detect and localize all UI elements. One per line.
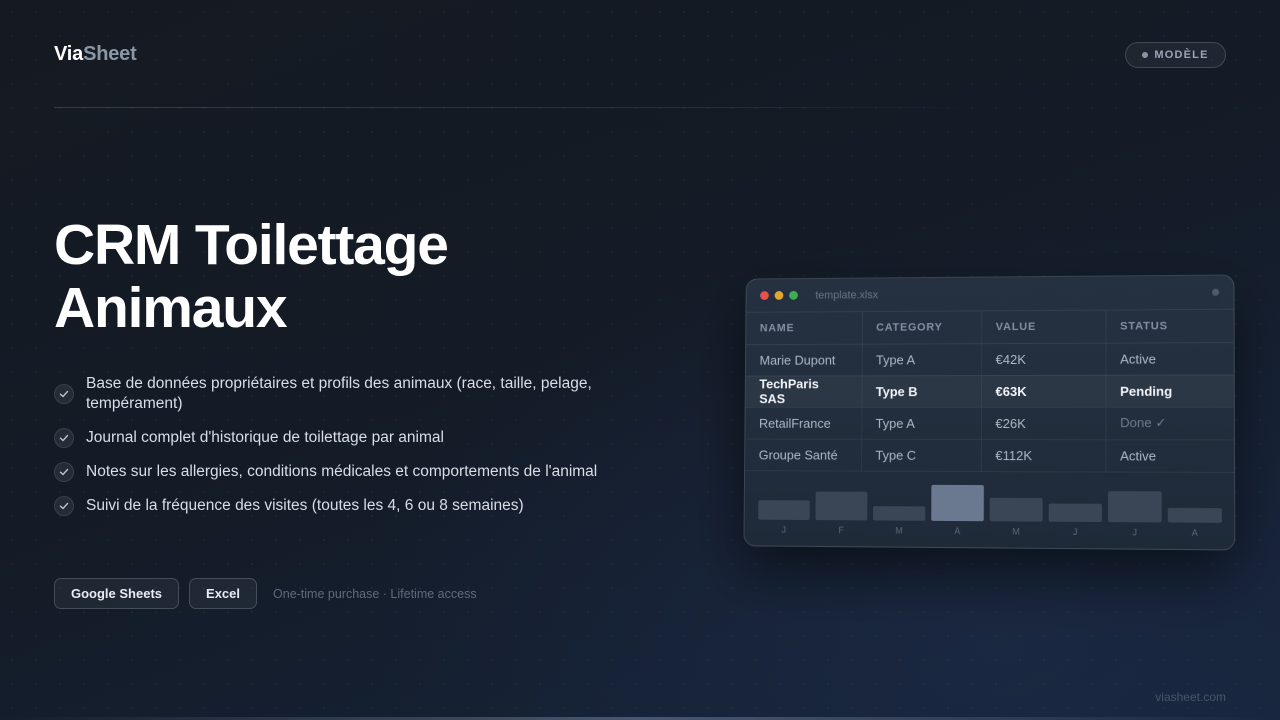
page-title: CRM Toilettage Animaux xyxy=(54,214,614,340)
feature-text: Suivi de la fréquence des visites (toute… xyxy=(86,496,524,516)
preview-table: NAME CATEGORY VALUE STATUS Marie Dupont … xyxy=(745,310,1234,473)
feature-text: Journal complet d'historique de toiletta… xyxy=(86,428,444,448)
template-badge: MODÈLE xyxy=(1125,42,1226,68)
brand-logo-part1: Via xyxy=(54,43,83,65)
purchase-note: One-time purchase · Lifetime access xyxy=(273,587,477,601)
cell-category: Type A xyxy=(861,407,981,439)
mini-bar-chart-svg: JFMAMJJA xyxy=(758,471,1222,544)
badge-label: MODÈLE xyxy=(1154,49,1208,61)
cell-status: Active xyxy=(1105,342,1233,375)
table-row: Groupe Santé Type C €112K Active xyxy=(745,439,1234,472)
brand-logo-part2: Sheet xyxy=(83,43,136,65)
column-header-status: STATUS xyxy=(1105,310,1233,343)
feature-list: Base de données propriétaires et profils… xyxy=(54,374,614,530)
table-row-highlighted: TechParis SAS Type B €63K Pending xyxy=(746,374,1234,407)
chart-bar xyxy=(1049,503,1102,522)
chart-tick-label: J xyxy=(1073,526,1078,536)
table-row: RetailFrance Type A €26K Done ✓ xyxy=(745,407,1234,439)
excel-button[interactable]: Excel xyxy=(189,578,257,609)
chart-tick-label: J xyxy=(1132,527,1137,537)
mini-bar-chart: JFMAMJJA xyxy=(744,471,1234,544)
google-sheets-button[interactable]: Google Sheets xyxy=(54,578,179,609)
table-row: Marie Dupont Type A €42K Active xyxy=(746,342,1234,376)
chart-tick-label: J xyxy=(782,524,786,534)
cell-name: RetailFrance xyxy=(745,407,861,439)
cell-category: Type C xyxy=(861,439,981,471)
chart-bar xyxy=(815,491,867,520)
chart-tick-label: A xyxy=(1192,527,1198,537)
preview-filename: template.xlsx xyxy=(815,289,878,301)
footer-domain: viasheet.com xyxy=(1155,690,1226,704)
feature-item: Journal complet d'historique de toiletta… xyxy=(54,428,614,448)
cell-status: Active xyxy=(1105,439,1234,472)
titlebar-dot-icon xyxy=(1212,289,1219,296)
check-icon xyxy=(54,496,74,516)
column-header-name: NAME xyxy=(746,312,862,344)
header-divider xyxy=(54,107,994,108)
format-buttons: Google Sheets Excel One-time purchase · … xyxy=(54,578,477,609)
chart-bar xyxy=(1108,491,1162,522)
maximize-dot-icon xyxy=(789,291,798,300)
chart-bar xyxy=(758,500,810,520)
cell-category: Type A xyxy=(862,343,982,375)
spreadsheet-preview: template.xlsx NAME CATEGORY VALUE STATUS… xyxy=(743,274,1235,550)
chart-bar xyxy=(931,484,984,520)
cell-value: €42K xyxy=(981,343,1105,375)
check-icon xyxy=(54,462,74,482)
feature-item: Base de données propriétaires et profils… xyxy=(54,374,614,414)
cell-value: €26K xyxy=(981,407,1105,439)
chart-bar xyxy=(873,506,925,521)
feature-item: Notes sur les allergies, conditions médi… xyxy=(54,462,614,482)
cell-name: Marie Dupont xyxy=(746,344,862,376)
cell-status: Done ✓ xyxy=(1105,407,1234,439)
chart-tick-label: F xyxy=(838,525,844,535)
close-dot-icon xyxy=(760,291,769,300)
preview-titlebar: template.xlsx xyxy=(746,275,1233,312)
cell-name: TechParis SAS xyxy=(746,375,862,407)
cell-category: Type B xyxy=(861,375,981,407)
chart-tick-label: M xyxy=(895,525,902,535)
chart-bar xyxy=(990,497,1043,521)
cell-value: €63K xyxy=(981,375,1105,407)
feature-item: Suivi de la fréquence des visites (toute… xyxy=(54,496,614,516)
brand-logo: ViaSheet xyxy=(54,43,137,66)
column-header-value: VALUE xyxy=(981,311,1105,344)
chart-bar xyxy=(1168,507,1222,522)
cell-name: Groupe Santé xyxy=(745,439,861,471)
check-icon xyxy=(54,428,74,448)
page-title-line2: Animaux xyxy=(54,276,286,340)
badge-dot-icon xyxy=(1142,52,1148,58)
check-icon xyxy=(54,384,74,404)
chart-tick-label: A xyxy=(954,525,960,535)
chart-tick-label: M xyxy=(1012,526,1020,536)
feature-text: Base de données propriétaires et profils… xyxy=(86,374,614,414)
page-title-line1: CRM Toilettage xyxy=(54,213,448,277)
cell-value: €112K xyxy=(981,439,1106,471)
minimize-dot-icon xyxy=(775,291,784,300)
column-header-category: CATEGORY xyxy=(862,311,981,343)
cell-status: Pending xyxy=(1105,374,1233,406)
table-header-row: NAME CATEGORY VALUE STATUS xyxy=(746,310,1233,344)
feature-text: Notes sur les allergies, conditions médi… xyxy=(86,462,597,482)
